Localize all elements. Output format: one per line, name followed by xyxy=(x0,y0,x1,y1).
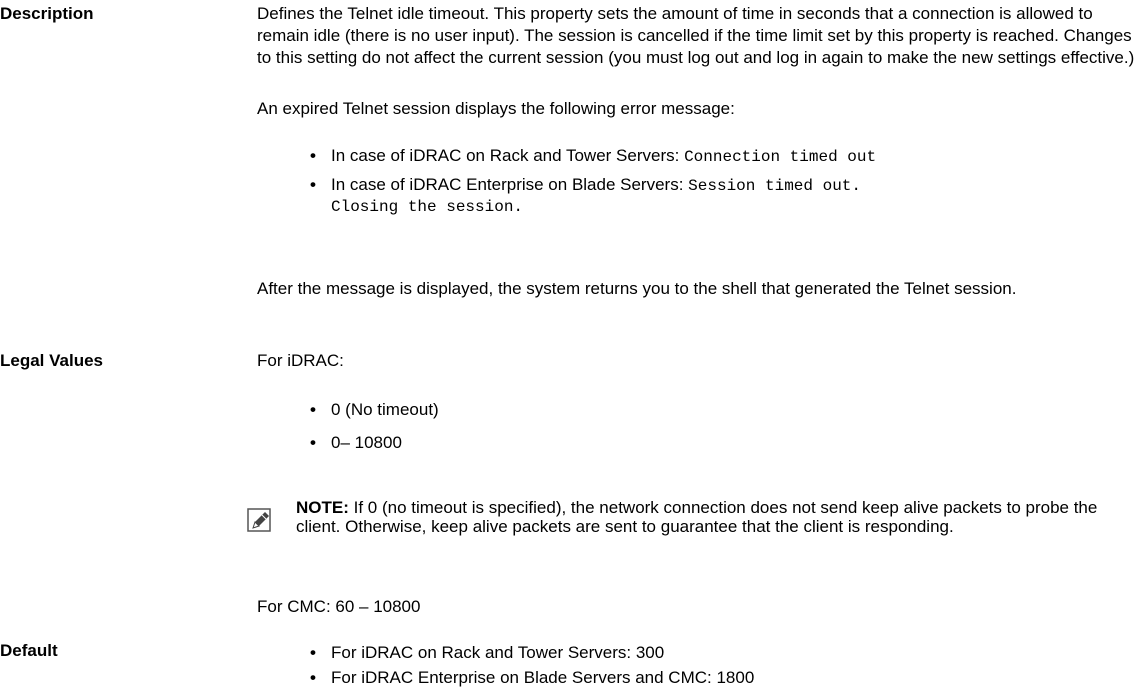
bullet-icon: • xyxy=(310,668,316,687)
error-message-code-continued: Closing the session. xyxy=(331,198,524,216)
bullet-icon: • xyxy=(310,146,316,165)
error-message-code: Session timed out. xyxy=(688,177,861,195)
after-message-paragraph: After the message is displayed, the syst… xyxy=(257,279,1017,298)
list-item: • 0 (No timeout) xyxy=(310,399,1140,421)
list-item: • In case of iDRAC on Rack and Tower Ser… xyxy=(310,145,1140,168)
list-item-label: For iDRAC on Rack and Tower Servers: 300 xyxy=(331,643,665,662)
note-block: NOTE: If 0 (no timeout is specified), th… xyxy=(247,498,1142,568)
bullet-icon: • xyxy=(310,175,316,194)
list-item: • 0– 10800 xyxy=(310,432,1140,454)
error-message-code: Connection timed out xyxy=(684,148,877,166)
description-text: Defines the Telnet idle timeout. This pr… xyxy=(257,3,1137,69)
list-item-label: In case of iDRAC on Rack and Tower Serve… xyxy=(331,146,685,165)
description-paragraph: Defines the Telnet idle timeout. This pr… xyxy=(257,4,1135,67)
expired-session-intro: An expired Telnet session displays the f… xyxy=(257,98,1137,120)
note-body: If 0 (no timeout is specified), the netw… xyxy=(296,498,1098,536)
list-item-label: In case of iDRAC Enterprise on Blade Ser… xyxy=(331,175,689,194)
pencil-icon xyxy=(247,508,273,534)
note-text: NOTE: If 0 (no timeout is specified), th… xyxy=(296,498,1141,536)
list-item: • For iDRAC Enterprise on Blade Servers … xyxy=(310,667,1140,689)
bullet-icon: • xyxy=(310,400,316,419)
list-item: • In case of iDRAC Enterprise on Blade S… xyxy=(310,175,1140,217)
default-label: Default xyxy=(0,641,58,660)
list-item-label: 0 (No timeout) xyxy=(331,400,439,419)
bullet-icon: • xyxy=(310,433,316,452)
cmc-values: For CMC: 60 – 10800 xyxy=(257,597,421,616)
list-item: • For iDRAC on Rack and Tower Servers: 3… xyxy=(310,642,1140,664)
error-message-list: • In case of iDRAC on Rack and Tower Ser… xyxy=(310,145,1140,217)
description-label: Description xyxy=(0,4,94,23)
after-message-text: After the message is displayed, the syst… xyxy=(257,278,1137,300)
bullet-icon: • xyxy=(310,643,316,662)
legal-values-list: • 0 (No timeout) • 0– 10800 xyxy=(310,399,1140,454)
legal-values-label: Legal Values xyxy=(0,351,103,370)
list-item-label: 0– 10800 xyxy=(331,433,402,452)
note-label: NOTE: xyxy=(296,498,349,517)
default-values-list: • For iDRAC on Rack and Tower Servers: 3… xyxy=(310,642,1140,689)
legal-values-intro: For iDRAC: xyxy=(257,351,344,370)
expired-session-paragraph: An expired Telnet session displays the f… xyxy=(257,99,735,118)
list-item-label: For iDRAC Enterprise on Blade Servers an… xyxy=(331,668,755,687)
